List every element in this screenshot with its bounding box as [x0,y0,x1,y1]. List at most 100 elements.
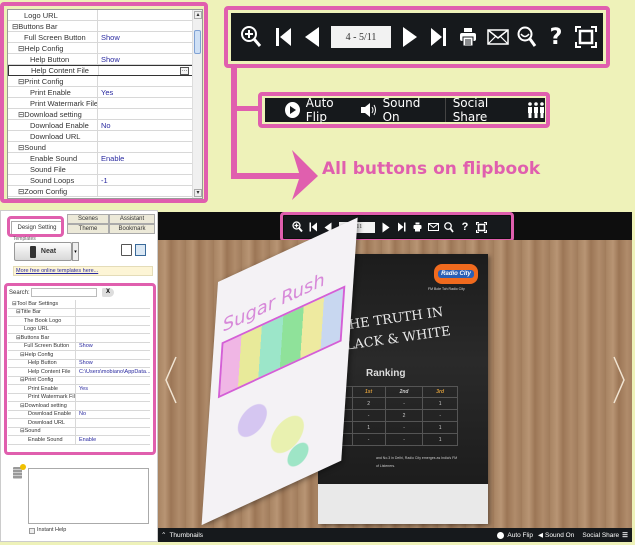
property-value[interactable]: C:\Users\mobiano\AppData... [76,368,150,376]
thumbnails-icon[interactable]: ⌃ [161,531,166,539]
property-value[interactable] [76,377,150,385]
property-row[interactable]: Download Enable No [8,410,150,419]
bottom-sound-icon[interactable]: ◀ [538,531,543,539]
preview-last-page-icon[interactable] [394,222,408,232]
property-row[interactable]: Help Content File… [8,65,202,76]
social-share-people-icon[interactable] [527,102,545,118]
scroll-up-button[interactable]: ▴ [194,11,202,19]
tab-theme[interactable]: Theme [67,224,109,234]
more-templates-link[interactable]: More free online templates here... [13,266,153,276]
preview-first-page-icon[interactable] [306,222,320,232]
property-value[interactable]: Show [76,360,150,368]
save-template-icon[interactable] [121,244,132,256]
property-row[interactable]: The Book Logo [8,317,150,326]
property-value[interactable] [76,351,150,359]
property-value[interactable] [98,76,202,86]
property-row[interactable]: Sound File [8,164,202,175]
tab-scenes[interactable]: Scenes [67,214,109,224]
tab-bookmark[interactable]: Bookmark [109,224,155,234]
property-row[interactable]: Full Screen Button Show [8,342,150,351]
property-row[interactable]: Print Enable Yes [8,385,150,394]
property-value[interactable] [76,402,150,410]
property-row[interactable]: ⊟Buttons Bar [8,334,150,343]
page-indicator[interactable]: 4 - 5/11 [331,26,391,48]
preview-search-icon[interactable] [442,221,456,233]
browse-file-button[interactable]: … [180,66,189,75]
property-row[interactable]: Print Watermark File [8,98,202,109]
prev-page-icon[interactable] [299,22,325,52]
instant-help-checkbox[interactable] [29,528,35,534]
preview-fullscreen-icon[interactable] [474,221,488,233]
property-value[interactable] [98,43,202,53]
property-value[interactable] [76,300,150,308]
bottom-social-share-button[interactable]: Social Share [582,532,619,539]
sound-icon[interactable] [360,103,379,117]
template-dropdown-button[interactable]: ▾ [72,242,79,261]
scroll-down-button[interactable]: ▾ [194,189,202,197]
property-value[interactable]: Show [98,54,202,64]
property-row[interactable]: Download URL [8,419,150,428]
property-value[interactable] [98,10,202,20]
search-clear-button[interactable]: X [102,288,114,297]
property-value[interactable] [76,326,150,334]
property-row[interactable]: Logo URL [8,10,202,21]
preview-zoom-in-icon[interactable] [290,221,304,233]
property-grid-scrollbar[interactable]: ▴ ▾ [192,10,202,198]
property-row[interactable]: ⊟Title Bar [8,308,150,317]
property-value[interactable] [76,334,150,342]
bottom-auto-flip-button[interactable]: Auto Flip [507,532,533,539]
property-value[interactable]: Show [76,343,150,351]
property-value[interactable]: Yes [76,385,150,393]
property-value[interactable] [76,394,150,402]
property-row[interactable]: ⊟Help Config [8,351,150,360]
property-value[interactable]: Yes [98,87,202,97]
bottom-social-share-icon[interactable]: ☰ [622,531,628,539]
property-row[interactable]: Download Enable No [8,120,202,131]
property-value[interactable] [99,66,180,75]
template-select[interactable]: Neat [14,242,72,261]
property-value[interactable] [76,309,150,317]
zoom-in-icon[interactable] [237,22,265,52]
preview-email-icon[interactable] [426,223,440,231]
help-textarea[interactable] [28,468,149,524]
property-row[interactable]: Print Enable Yes [8,87,202,98]
property-row[interactable]: ⊟Tool Bar Settings [8,300,150,309]
preview-next-page-icon[interactable] [380,222,392,233]
bottom-sound-on-button[interactable]: Sound On [545,532,574,539]
property-row[interactable]: Enable Sound Enable [8,153,202,164]
property-row[interactable]: ⊟Download setting [8,402,150,411]
first-page-icon[interactable] [269,22,299,52]
property-value[interactable] [76,317,150,325]
property-row[interactable]: ⊟Print Config [8,76,202,87]
property-row[interactable]: ⊟Sound [8,142,202,153]
print-icon[interactable] [453,22,483,52]
tab-assistant[interactable]: Assistant [109,214,155,224]
search-icon[interactable] [513,22,541,52]
property-row[interactable]: ⊟Buttons Bar [8,21,202,32]
property-row[interactable]: Help Button Show [8,54,202,65]
property-value[interactable] [98,109,202,119]
property-row[interactable]: Print Watermark File [8,393,150,402]
property-value[interactable] [98,21,202,31]
bottom-auto-flip-icon[interactable] [497,531,505,539]
property-row[interactable]: ⊟Download setting [8,109,202,120]
property-row[interactable]: Logo URL [8,325,150,334]
property-value[interactable] [98,131,202,141]
property-row[interactable]: ⊟Zoom Config [8,186,202,197]
property-value[interactable]: Enable [76,436,150,444]
property-row[interactable]: ⊟Help Config [8,43,202,54]
prev-page-arrow-icon[interactable] [164,355,178,405]
social-share-button[interactable]: Social Share [453,96,521,124]
help-icon[interactable]: ? [541,22,571,52]
property-row[interactable]: Help Button Show [8,359,150,368]
property-row[interactable]: ⊟Sound [8,427,150,436]
property-value[interactable]: -1 [98,175,202,185]
property-value[interactable] [98,186,202,196]
property-row[interactable]: Enable Sound Enable [8,436,150,445]
thumbnails-button[interactable]: Thumbnails [169,532,203,539]
property-value[interactable] [98,98,202,108]
property-row[interactable]: Help Content File C:\Users\mobiano\AppDat… [8,368,150,377]
fullscreen-icon[interactable] [571,22,601,52]
last-page-icon[interactable] [423,22,453,52]
property-value[interactable] [76,419,150,427]
